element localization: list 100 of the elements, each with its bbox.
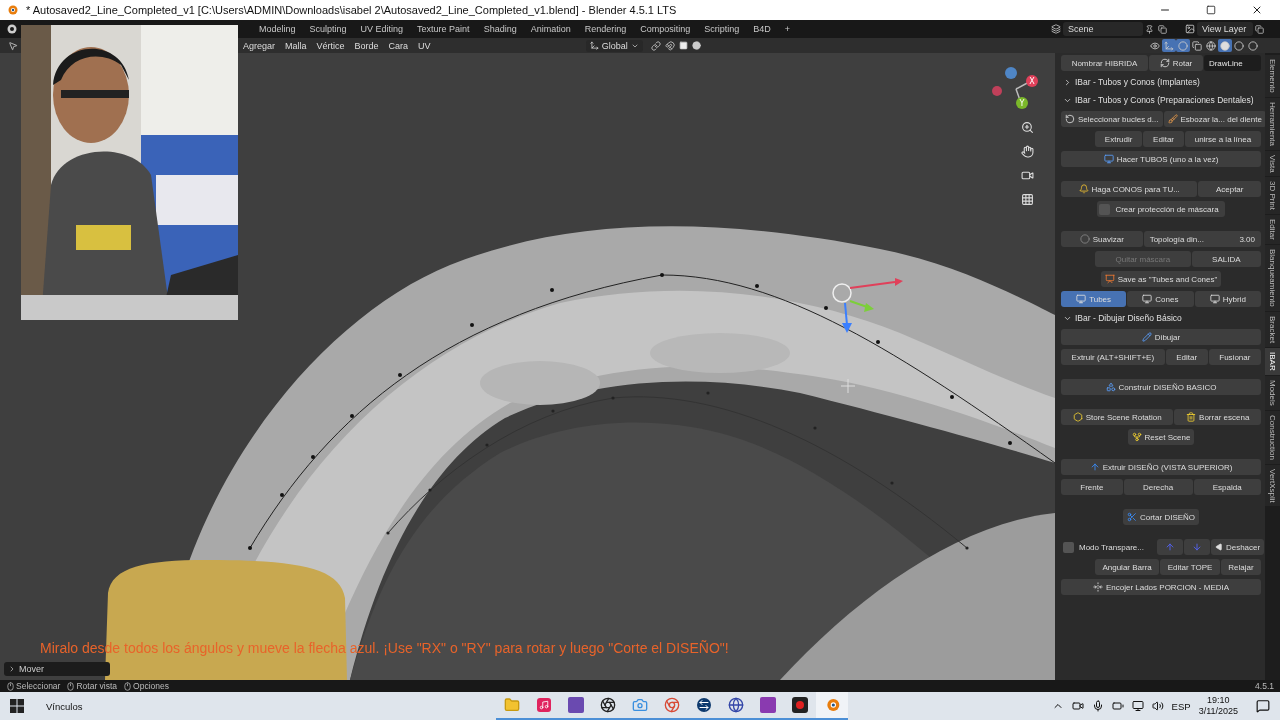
panel-button[interactable]: Deshacer	[1210, 539, 1265, 555]
number-field[interactable]: Topología din... 3.00	[1143, 231, 1261, 247]
sidebar-tab[interactable]: Models	[1265, 375, 1280, 410]
sidebar-tab[interactable]: 3D Print	[1265, 177, 1280, 215]
sidebar-tab[interactable]: Construction	[1265, 410, 1280, 464]
checkbox[interactable]: Crear protección de máscara	[1097, 201, 1225, 217]
sidebar-tab[interactable]: VertXsplit	[1265, 464, 1280, 507]
operator-panel[interactable]: Mover	[4, 662, 110, 676]
zoom-icon[interactable]	[1019, 119, 1035, 135]
workspace-tab[interactable]: Animation	[523, 22, 578, 36]
window-title: * Autosaved2_Line_Completed_v1 [C:\Users\ADMIN\Downloads\isabel 2\Autosaved2_Line_Completed_v1.blend] - Blender 4.5.1 LTS	[26, 4, 678, 16]
panel-button[interactable]: Editar	[1143, 131, 1184, 147]
language-indicator[interactable]: ESP	[1171, 700, 1191, 712]
menu-item[interactable]: Borde	[349, 40, 384, 51]
clock[interactable]: 19:10 3/11/2025	[1198, 695, 1238, 717]
status-hint: Seleccionar	[16, 681, 61, 691]
mouse-icon	[123, 681, 133, 691]
panel-button[interactable]: Relajar	[1220, 559, 1261, 575]
menu-item[interactable]: UV	[413, 40, 436, 51]
axes-icon	[589, 41, 599, 50]
grid-icon[interactable]	[1019, 191, 1035, 207]
menu-item[interactable]: Malla	[280, 40, 312, 51]
hand-icon[interactable]	[1019, 143, 1035, 159]
workspace-tab[interactable]: Sculpting	[302, 22, 354, 36]
monitor-icon	[1209, 294, 1220, 304]
panel-button[interactable]: unirse a la línea	[1184, 131, 1261, 147]
workspace-tab[interactable]: Scripting	[697, 22, 747, 36]
panel-button[interactable]: Hybrid	[1194, 291, 1261, 307]
panel-button[interactable]: Angular Barra	[1095, 559, 1160, 575]
arrow-up-icon	[1089, 462, 1100, 472]
text-field[interactable]: DrawLine	[1203, 55, 1261, 71]
panel-button[interactable]: Cortar DISEÑO	[1122, 509, 1200, 525]
toolbar-label: Vínculos	[46, 700, 83, 712]
panel-header[interactable]: IBar - Tubos y Conos (Preparaciones Dentales)	[1061, 93, 1261, 107]
panel-button[interactable]: Derecha	[1123, 479, 1193, 495]
workspace-tab[interactable]: Texture Paint	[410, 22, 477, 36]
panel-button[interactable]: Extruir (ALT+SHIFT+E)	[1061, 349, 1165, 365]
panel-button[interactable]: Nombrar HIBRIDA	[1061, 55, 1149, 71]
checkbox[interactable]: Modo Transpare...	[1061, 539, 1150, 555]
panel-button[interactable]: Dibujar	[1061, 329, 1261, 345]
workspace-tab[interactable]: Compositing	[633, 22, 698, 36]
panel-button[interactable]: Save as "Tubes and Cones"	[1100, 271, 1222, 287]
panel-button[interactable]: Rotar	[1149, 55, 1203, 71]
workspace-tab[interactable]: Rendering	[577, 22, 634, 36]
panel-button[interactable]: Editar TOPE	[1160, 559, 1220, 575]
transform-gizmo-drawing	[832, 278, 903, 333]
microphone-icon[interactable]	[1091, 700, 1104, 712]
workspace-tab[interactable]: Modeling	[252, 22, 303, 36]
menu-item[interactable]: Agregar	[238, 40, 281, 51]
panel-button[interactable]: Espalda	[1193, 479, 1261, 495]
wireframe-shading-icon	[1204, 39, 1218, 52]
windows-logo-icon[interactable]	[10, 699, 24, 713]
blender-logo-icon	[6, 4, 18, 16]
menu-item[interactable]: Cara	[383, 40, 414, 51]
sidebar-tab[interactable]: IBAR	[1265, 348, 1280, 375]
panel-button[interactable]: Haga CONOS para TU...	[1061, 181, 1198, 197]
panel-header[interactable]: IBar - Dibujar Diseño Básico	[1061, 311, 1261, 325]
sidebar-tab[interactable]: Blanqueamiento	[1265, 245, 1280, 312]
sidebar-tab[interactable]: Editar	[1265, 215, 1280, 245]
panel-button[interactable]: Encojer Lados PORCION - MEDIA	[1061, 579, 1261, 595]
navigation-gizmo-drawing: X Y	[991, 65, 1041, 111]
sidebar-tab[interactable]: Bracket	[1265, 312, 1280, 348]
panel-button[interactable]: Hacer TUBOS (uno a la vez)	[1061, 151, 1261, 167]
panel-button[interactable]: Fusionar	[1208, 349, 1261, 365]
panel-button[interactable]: Borrar escena	[1174, 409, 1261, 425]
network-icon[interactable]	[1131, 700, 1144, 712]
panel-button[interactable]: Tubes	[1061, 291, 1127, 307]
sidebar-tab[interactable]: Herramienta	[1265, 97, 1280, 150]
panel-button[interactable]: Suavizar	[1061, 231, 1143, 247]
panel-button[interactable]: Construir DISEÑO BASICO	[1061, 379, 1261, 395]
panel-button[interactable]: Aceptar	[1198, 181, 1261, 197]
battery-icon[interactable]	[1111, 700, 1124, 712]
add-workspace-button[interactable]: +	[777, 22, 798, 36]
panel-button[interactable]: Editar	[1165, 349, 1208, 365]
hexagon-icon	[1072, 412, 1083, 422]
xray-icon	[1190, 39, 1204, 52]
sidebar-tab[interactable]: Vista	[1265, 150, 1280, 177]
panel-button[interactable]: Store Scene Rotation	[1061, 409, 1174, 425]
sidebar-tab[interactable]: Elemento	[1265, 55, 1280, 97]
panel-button[interactable]: Extrudir	[1095, 131, 1143, 147]
view-layer-field[interactable]: View Layer	[1197, 22, 1253, 36]
pencil-icon	[1141, 332, 1152, 342]
notification-icon[interactable]	[1256, 699, 1270, 713]
panel-button[interactable]: Esbozar la... del diente	[1163, 111, 1265, 127]
workspace-tab[interactable]: B4D	[746, 22, 778, 36]
panel-header[interactable]: IBar - Tubos y Conos (Implantes)	[1061, 75, 1261, 89]
workspace-tab[interactable]: Shading	[476, 22, 524, 36]
panel-button[interactable]: SALIDA	[1191, 251, 1261, 267]
panel-button[interactable]: Reset Scene	[1127, 429, 1195, 445]
panel-button[interactable]: Seleccionar bucles d...	[1061, 111, 1163, 127]
panel-button[interactable]: Cones	[1127, 291, 1194, 307]
speaker-icon[interactable]	[1151, 700, 1164, 712]
scene-field[interactable]: Scene	[1063, 22, 1143, 36]
status-hint: Opciones	[133, 681, 169, 691]
panel-button[interactable]: Frente	[1061, 479, 1123, 495]
menu-item[interactable]: Vértice	[311, 40, 350, 51]
workspace-tab[interactable]: UV Editing	[353, 22, 411, 36]
orientation-dropdown[interactable]: Global	[585, 39, 643, 52]
panel-button[interactable]: Extruir DISEÑO (VISTA SUPERIOR)	[1061, 459, 1261, 475]
camera-icon[interactable]	[1071, 700, 1084, 712]
